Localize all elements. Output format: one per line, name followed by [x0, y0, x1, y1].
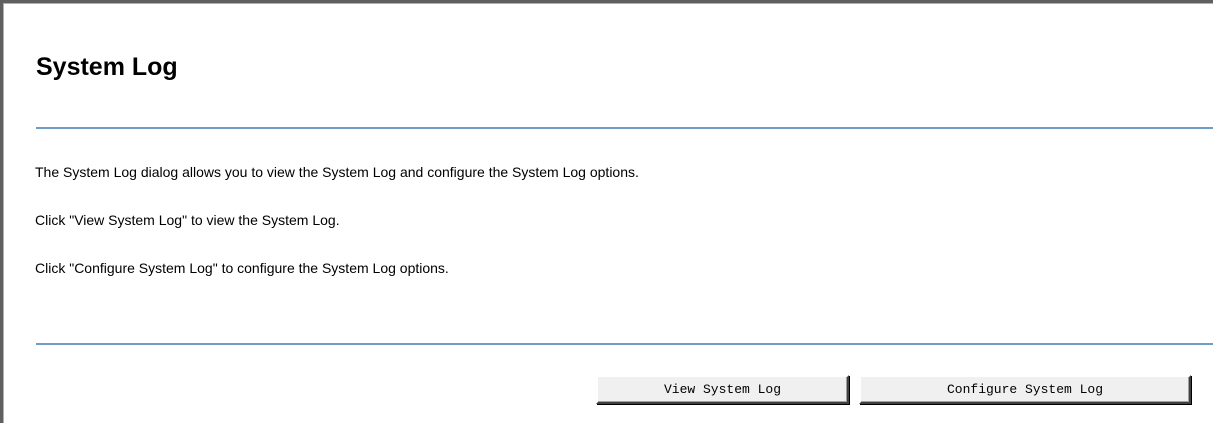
view-instruction-text: Click "View System Log" to view the Syst…: [35, 212, 340, 228]
title-divider: [36, 127, 1213, 129]
page-title: System Log: [36, 53, 178, 81]
footer-divider: [36, 343, 1213, 345]
configure-system-log-button[interactable]: Configure System Log: [859, 375, 1191, 404]
description-text: The System Log dialog allows you to view…: [35, 164, 639, 180]
configure-instruction-text: Click "Configure System Log" to configur…: [35, 260, 449, 276]
view-system-log-button[interactable]: View System Log: [596, 375, 849, 404]
